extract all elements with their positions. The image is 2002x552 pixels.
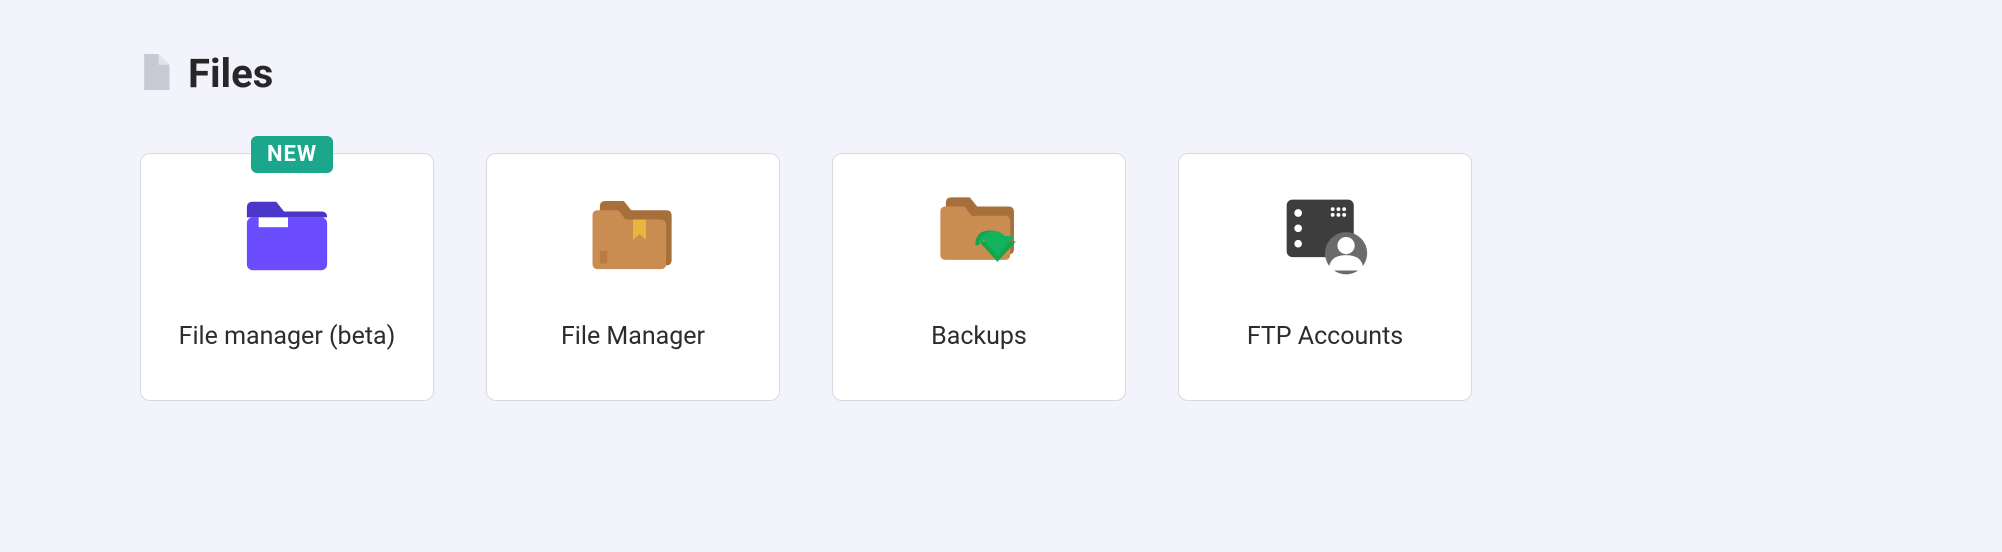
card-label: Backups	[931, 322, 1027, 351]
card-ftp-accounts[interactable]: FTP Accounts	[1178, 153, 1472, 401]
card-row: NEW File manager (beta) File Manager	[140, 153, 1862, 401]
folder-backup-icon	[933, 190, 1025, 282]
file-icon	[140, 54, 170, 94]
folder-purple-icon	[241, 190, 333, 282]
ftp-accounts-icon	[1279, 190, 1371, 282]
card-label: FTP Accounts	[1247, 322, 1403, 351]
section-title: Files	[188, 50, 273, 97]
card-file-manager-beta[interactable]: NEW File manager (beta)	[140, 153, 434, 401]
section-header: Files	[140, 50, 1862, 97]
folder-brown-icon	[587, 190, 679, 282]
card-label: File manager (beta)	[179, 322, 396, 351]
card-file-manager[interactable]: File Manager	[486, 153, 780, 401]
card-backups[interactable]: Backups	[832, 153, 1126, 401]
card-label: File Manager	[561, 322, 705, 351]
new-badge: NEW	[251, 136, 333, 173]
